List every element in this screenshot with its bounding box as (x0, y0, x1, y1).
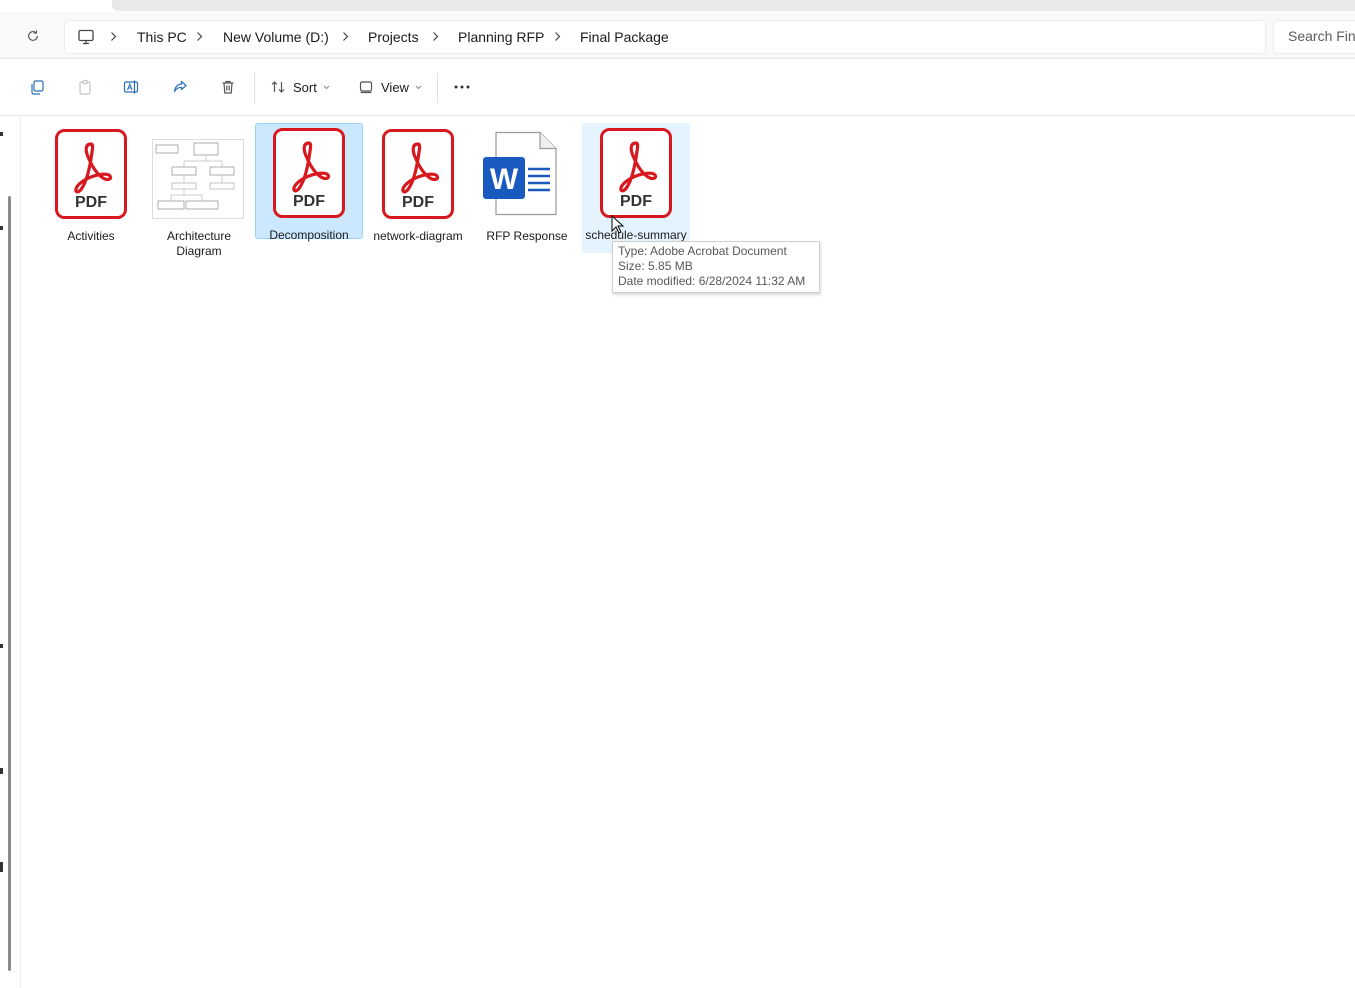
refresh-icon (28, 30, 38, 41)
file-item[interactable]: PDF network-diagram (364, 124, 472, 248)
file-item[interactable]: PDF Decomposition (255, 123, 363, 242)
address-bar[interactable]: This PC New Volume (D:) Projects Plannin… (64, 20, 1266, 54)
file-name: Decomposition (269, 228, 349, 242)
see-more-button[interactable] (450, 75, 474, 99)
breadcrumb-chevron-icon[interactable] (193, 27, 205, 45)
tooltip-size: Size: 5.85 MB (618, 259, 693, 273)
copy-button[interactable] (26, 75, 48, 99)
window-top-strip (0, 0, 1355, 12)
pdf-icon-label: PDF (293, 193, 325, 210)
trash-icon (222, 80, 234, 94)
pdf-file-icon: PDF (600, 128, 672, 218)
address-row: This PC New Volume (D:) Projects Plannin… (0, 12, 1355, 59)
share-button[interactable] (169, 75, 191, 99)
file-name: network-diagram (373, 229, 463, 243)
refresh-button[interactable] (22, 25, 44, 47)
word-icon-label: W (490, 163, 519, 196)
pdf-file-icon: PDF (382, 129, 454, 219)
breadcrumb-chevron-icon[interactable] (339, 27, 351, 45)
breadcrumb-chevron-icon[interactable] (107, 27, 119, 45)
nav-edge-glyph (0, 226, 3, 230)
sort-icon (271, 81, 285, 93)
paste-button[interactable] (74, 75, 96, 99)
nav-scrollbar[interactable] (8, 196, 11, 971)
nav-edge-glyph (0, 644, 3, 648)
nav-edge-glyph (0, 768, 3, 774)
file-item[interactable]: PDF schedule-summary (582, 123, 690, 253)
rename-icon (123, 80, 139, 94)
sort-button[interactable]: Sort (270, 75, 332, 99)
pdf-icon-label: PDF (620, 193, 652, 210)
search-box[interactable] (1273, 20, 1355, 54)
chevron-down-icon (415, 85, 422, 89)
copy-icon (31, 80, 44, 95)
search-input[interactable] (1274, 21, 1355, 51)
command-bar: Sort View (0, 59, 1355, 116)
view-icon (359, 81, 373, 94)
this-pc-icon[interactable] (77, 28, 95, 46)
navigation-pane[interactable] (0, 116, 21, 988)
divider (254, 73, 255, 103)
view-label: View (381, 79, 409, 95)
mouse-cursor-icon (611, 215, 625, 234)
pdf-file-icon: PDF (273, 128, 345, 218)
file-name: RFP Response (486, 229, 568, 243)
nav-edge-glyph (0, 862, 3, 872)
pdf-file-icon: PDF (55, 129, 127, 219)
file-item[interactable]: Architecture Diagram (145, 124, 253, 262)
breadcrumb-final-package[interactable]: Final Package (580, 29, 669, 45)
breadcrumb-projects[interactable]: Projects (368, 29, 419, 45)
divider (437, 73, 438, 103)
file-item[interactable]: PDF Activities (37, 124, 145, 248)
breadcrumb-new-volume[interactable]: New Volume (D:) (223, 29, 329, 45)
breadcrumb-chevron-icon[interactable] (551, 27, 563, 45)
pdf-icon-label: PDF (402, 194, 434, 211)
view-button[interactable]: View (358, 75, 424, 99)
file-tooltip: Type: Adobe Acrobat Document Size: 5.85 … (612, 241, 820, 293)
more-options-icon (454, 85, 470, 89)
word-file-icon: W (483, 131, 557, 216)
file-name: Architecture Diagram (166, 229, 232, 258)
tab-strip-edge (112, 0, 1355, 11)
breadcrumb-chevron-icon[interactable] (429, 27, 441, 45)
paste-icon (79, 79, 91, 95)
breadcrumb-this-pc[interactable]: This PC (137, 29, 187, 45)
file-name: Activities (67, 229, 115, 243)
nav-edge-glyph (0, 132, 3, 136)
delete-button[interactable] (217, 75, 239, 99)
tooltip-date: Date modified: 6/28/2024 11:32 AM (618, 274, 806, 288)
pdf-icon-label: PDF (75, 194, 107, 211)
diagram-thumbnail-icon (152, 139, 244, 219)
rename-button[interactable] (121, 75, 143, 99)
breadcrumb-planning-rfp[interactable]: Planning RFP (458, 29, 544, 45)
share-icon (173, 80, 187, 93)
file-item[interactable]: W RFP Response (473, 124, 581, 248)
sort-label: Sort (293, 79, 317, 95)
tooltip-type: Type: Adobe Acrobat Document (618, 244, 787, 258)
chevron-down-icon (323, 85, 330, 89)
